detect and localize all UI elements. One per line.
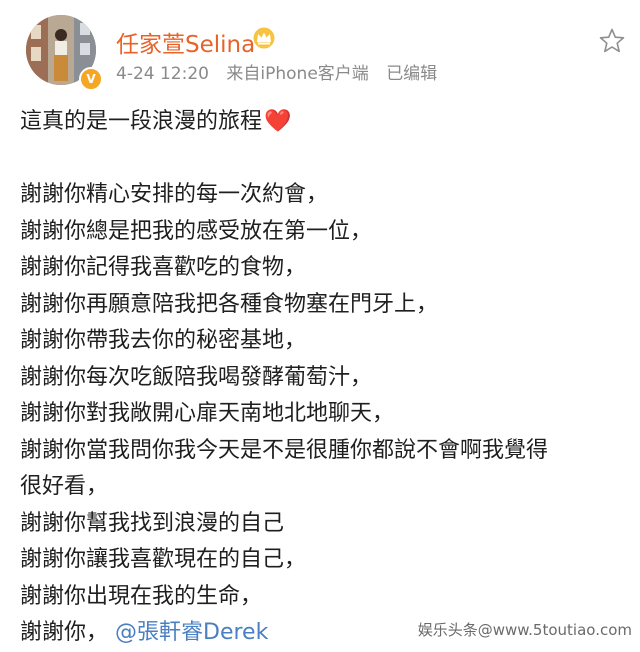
post-line: 謝謝你讓我喜歡現在的自己， bbox=[20, 547, 307, 572]
post-line: 謝謝你對我敞開心扉天南地北地聊天， bbox=[20, 401, 395, 426]
verified-badge-icon: V bbox=[79, 67, 103, 91]
favorite-star-icon[interactable] bbox=[598, 27, 626, 55]
post-line: 謝謝你記得我喜歡吃的食物， bbox=[20, 255, 307, 280]
heart-emoji-icon: ❤️ bbox=[264, 109, 292, 134]
post-line: 謝謝你帶我去你的秘密基地， bbox=[20, 328, 307, 353]
post-source[interactable]: 来自iPhone客户端 bbox=[226, 64, 368, 84]
post-title-line: 這真的是一段浪漫的旅程❤️ bbox=[20, 104, 630, 141]
post-line: 謝謝你總是把我的感受放在第一位， bbox=[20, 218, 373, 244]
post-line: 謝謝你再願意陪我把各種食物塞在門牙上， bbox=[20, 291, 439, 317]
post-line: 謝謝你幫我找到浪漫的自己 bbox=[20, 510, 285, 536]
post-line: 謝謝你精心安排的每一次約會， bbox=[20, 182, 329, 207]
watermark: 娱乐头条@www.5toutiao.com bbox=[417, 621, 632, 639]
post-timestamp: 4-24 12:20 bbox=[116, 64, 209, 84]
post-last-line-prefix: 謝謝你， bbox=[20, 620, 109, 645]
post-line: 謝謝你每次吃飯陪我喝發酵葡萄汁， bbox=[20, 364, 373, 390]
user-name[interactable]: 任家萱Selina bbox=[116, 25, 255, 59]
post-body: 這真的是一段浪漫的旅程❤️ 謝謝你精心安排的每一次約會， 謝謝你總是把我的感受放… bbox=[20, 104, 630, 652]
post-edited-label[interactable]: 已编辑 bbox=[386, 64, 437, 84]
post-header: V 任家萱Selina 4-24 12:20 来自iPhone客户端 已编辑 bbox=[26, 15, 626, 91]
post-line: 謝謝你當我問你我今天是不是很腫你都說不會啊我覺得 bbox=[20, 437, 549, 463]
post-line: 謝謝你出現在我的生命， bbox=[20, 583, 263, 609]
post-title-text: 這真的是一段浪漫的旅程 bbox=[20, 109, 263, 134]
post-line: 很好看， bbox=[20, 474, 109, 499]
vip-crown-icon[interactable] bbox=[252, 27, 276, 49]
mention-link[interactable]: @張軒睿Derek bbox=[115, 620, 268, 645]
post-meta: 4-24 12:20 来自iPhone客户端 已编辑 bbox=[116, 59, 449, 84]
